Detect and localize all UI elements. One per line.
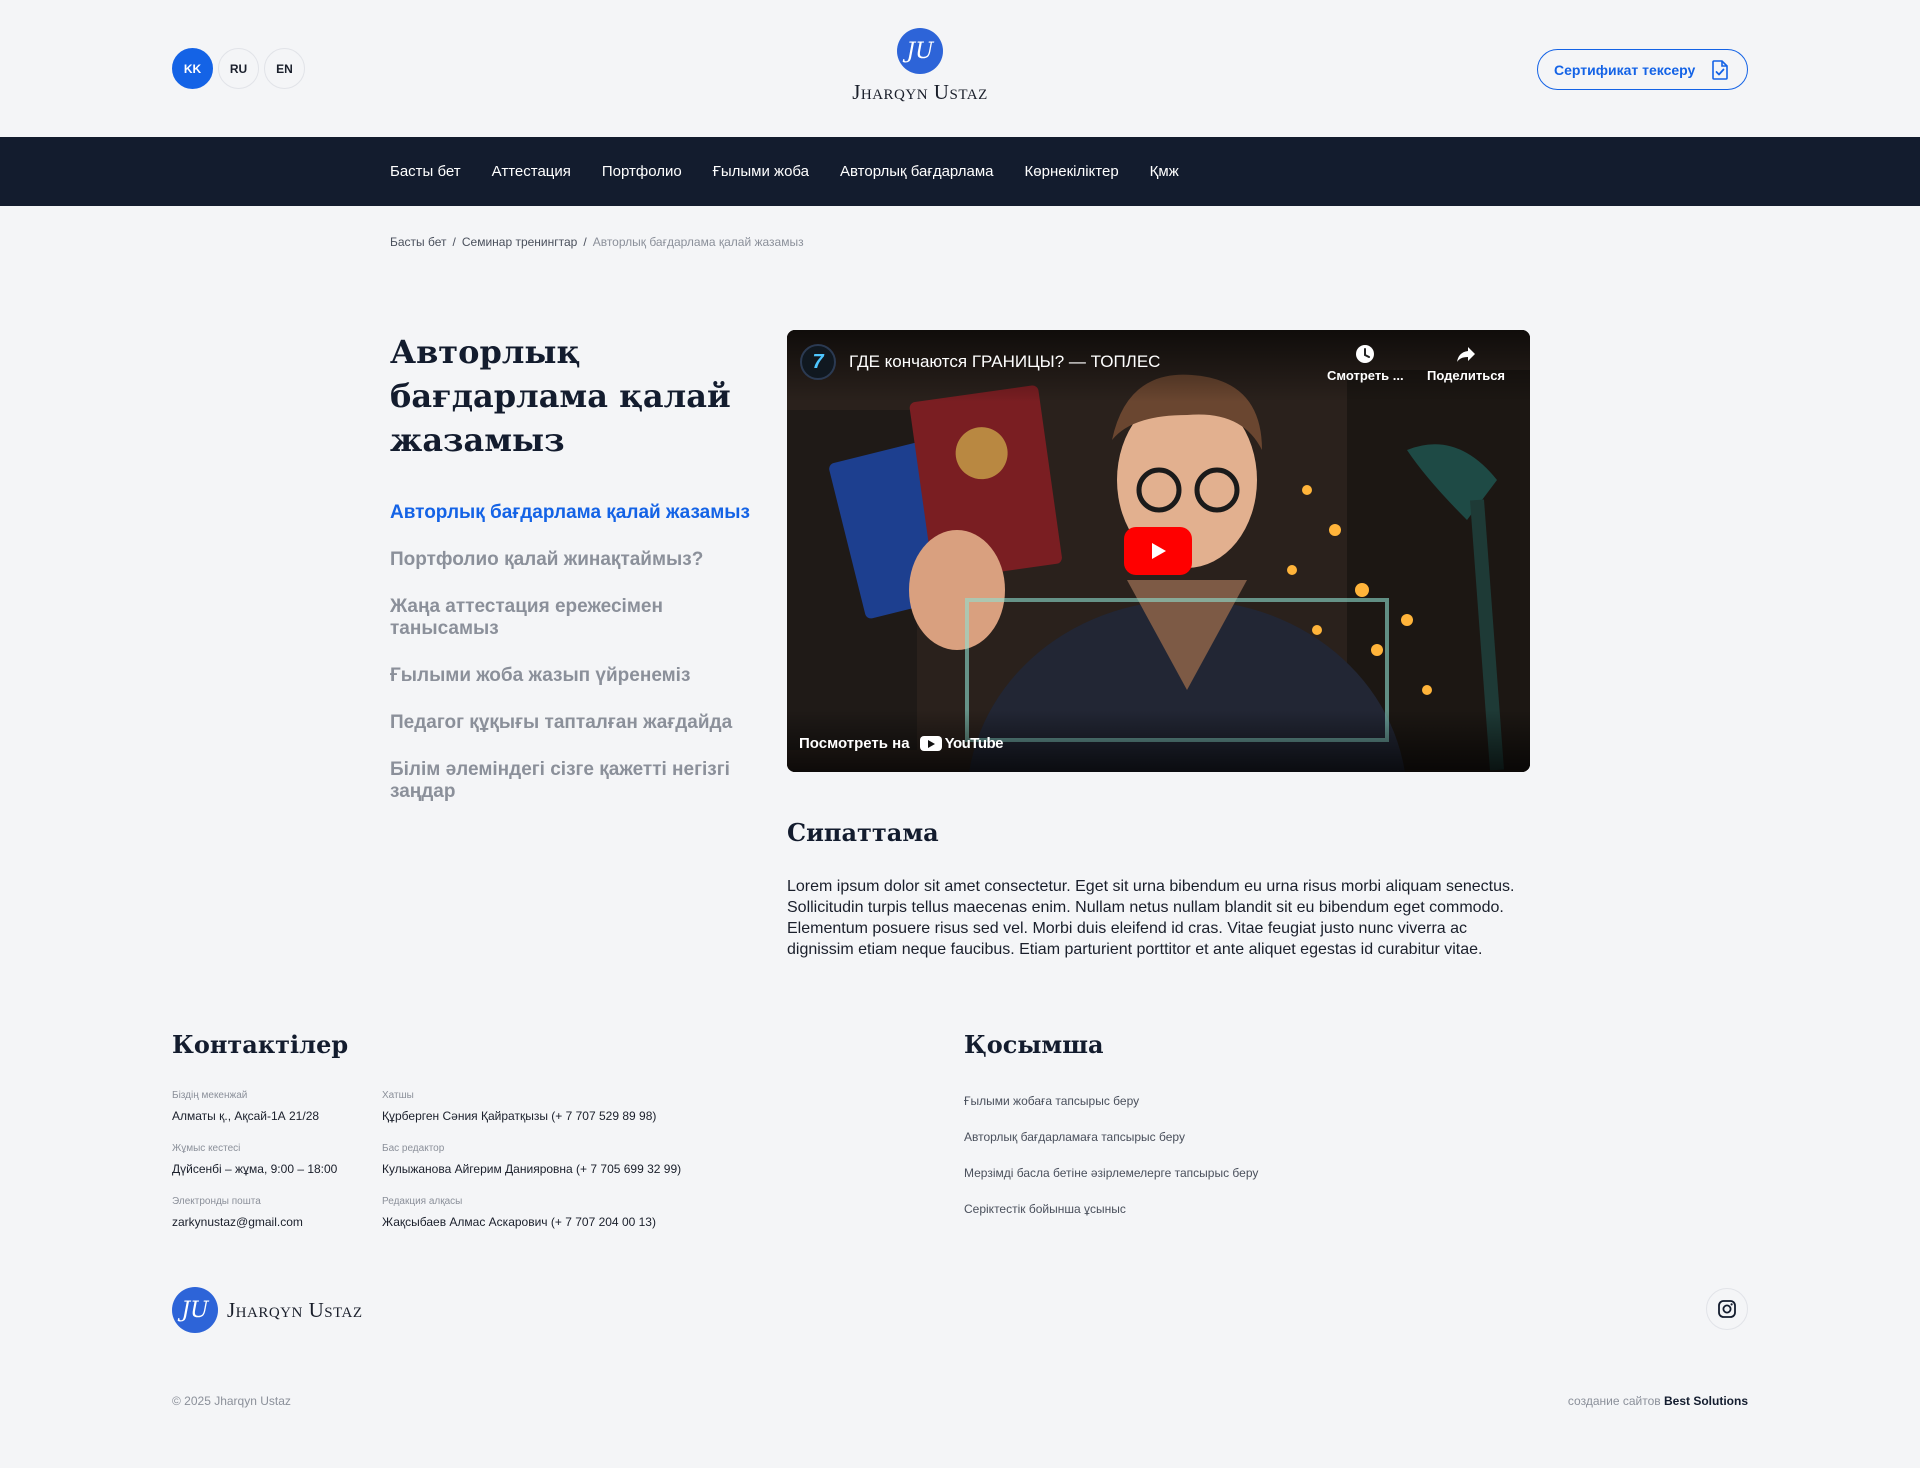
language-switcher: KK RU EN xyxy=(172,48,305,89)
breadcrumb: Басты бет / Семинар тренингтар / Авторлы… xyxy=(390,235,804,249)
editor-label: Бас редактор xyxy=(382,1143,445,1154)
watch-on-youtube-link[interactable]: Посмотреть на YouTube xyxy=(799,735,1004,752)
board-label: Редакция алқасы xyxy=(382,1196,463,1207)
nav-item-home[interactable]: Басты бет xyxy=(390,163,461,180)
nav-item-science-project[interactable]: Ғылыми жоба xyxy=(713,163,809,180)
logo-mark-icon: JU xyxy=(897,28,943,74)
breadcrumb-home[interactable]: Басты бет xyxy=(390,235,447,249)
footer-logo-text: Jharqyn Ustaz xyxy=(227,1297,363,1322)
play-button[interactable] xyxy=(1124,527,1192,575)
certificate-check-button[interactable]: Сертификат тексеру xyxy=(1537,49,1748,90)
lang-kk-button[interactable]: KK xyxy=(172,48,213,89)
share-icon xyxy=(1457,347,1476,362)
document-check-icon xyxy=(1712,59,1728,80)
side-item-education-laws[interactable]: Білім әлеміндегі сізге қажетті негізгі з… xyxy=(390,759,765,803)
hours-label: Жұмыс кестесі xyxy=(172,1143,241,1154)
nav-item-author-program[interactable]: Авторлық бағдарлама xyxy=(840,163,994,180)
extra-title: Қосымша xyxy=(964,1030,1104,1059)
breadcrumb-separator: / xyxy=(583,235,587,249)
breadcrumb-seminars[interactable]: Семинар тренингтар xyxy=(462,235,578,249)
video-title[interactable]: ГДЕ кончаются ГРАНИЦЫ? — ТОПЛЕС xyxy=(849,352,1160,372)
secretary-value: Құрберген Сәния Қайратқызы (+ 7 707 529 … xyxy=(382,1109,657,1123)
share-label: Поделиться xyxy=(1427,368,1506,383)
site-header: KK RU EN JU Jharqyn Ustaz Сертификат тек… xyxy=(0,0,1920,137)
extra-link-press-order[interactable]: Мерзімді басла бетіне әзірлемелерге тапс… xyxy=(964,1166,1258,1180)
nav-item-kmzh[interactable]: Қмж xyxy=(1150,163,1179,180)
youtube-logo: YouTube xyxy=(919,735,1004,752)
lang-ru-button[interactable]: RU xyxy=(218,48,259,89)
side-item-portfolio[interactable]: Портфолио қалай жинақтаймыз? xyxy=(390,549,765,571)
board-value: Жақсыбаев Алмас Аскарович (+ 7 707 204 0… xyxy=(382,1215,656,1229)
nav-item-portfolio[interactable]: Портфолио xyxy=(602,163,682,180)
extra-link-science-order[interactable]: Ғылыми жобаға тапсырыс беру xyxy=(964,1094,1139,1108)
breadcrumb-separator: / xyxy=(452,235,456,249)
side-item-new-attestation[interactable]: Жаңа аттестация ережесімен танысамыз xyxy=(390,596,765,640)
email-label: Электронды пошта xyxy=(172,1196,261,1207)
nav-item-attestation[interactable]: Аттестация xyxy=(492,163,571,180)
secretary-label: Хатшы xyxy=(382,1090,414,1101)
youtube-wordmark: YouTube xyxy=(944,735,1004,752)
instagram-button[interactable] xyxy=(1706,1288,1748,1330)
instagram-icon xyxy=(1718,1300,1736,1318)
side-item-science-project[interactable]: Ғылыми жоба жазып үйренеміз xyxy=(390,665,765,687)
description-title: Сипаттама xyxy=(787,818,939,847)
share-button[interactable]: Поделиться xyxy=(1427,343,1505,383)
certificate-check-label: Сертификат тексеру xyxy=(1554,61,1696,78)
description-text: Lorem ipsum dolor sit amet consectetur. … xyxy=(787,878,1515,958)
address-label: Біздің мекенжай xyxy=(172,1090,248,1101)
contacts-title: Контактілер xyxy=(172,1030,349,1059)
youtube-play-icon xyxy=(919,736,942,751)
editor-value: Кулыжанова Айгерим Данияровна (+ 7 705 6… xyxy=(382,1162,682,1176)
logo-mark-icon: JU xyxy=(172,1287,218,1333)
extra-link-partnership[interactable]: Серіктестік бойынша ұсыныс xyxy=(964,1202,1126,1216)
credit-prefix: создание сайтов xyxy=(1567,1394,1661,1408)
footer-logo[interactable]: JU Jharqyn Ustaz xyxy=(172,1287,363,1333)
clock-icon xyxy=(1356,345,1375,363)
email-link[interactable]: zarkynustaz@gmail.com xyxy=(172,1215,303,1229)
channel-avatar[interactable]: 7 xyxy=(800,344,836,380)
nav-item-visuals[interactable]: Көрнекіліктер xyxy=(1025,163,1119,180)
play-icon xyxy=(1152,543,1166,559)
watch-later-button[interactable]: Смотреть ... xyxy=(1327,343,1404,383)
extra-link-program-order[interactable]: Авторлық бағдарламаға тапсырыс беру xyxy=(964,1130,1185,1144)
watch-later-label: Смотреть ... xyxy=(1327,368,1404,383)
side-item-teacher-rights[interactable]: Педагог құқығы тапталған жағдайда xyxy=(390,712,765,734)
credit-brand-link[interactable]: Best Solutions xyxy=(1664,1394,1748,1408)
main-nav: Басты бет Аттестация Портфолио Ғылыми жо… xyxy=(0,137,1920,206)
logo-text: Jharqyn Ustaz xyxy=(852,80,988,104)
site-logo[interactable]: JU Jharqyn Ustaz xyxy=(842,28,998,105)
breadcrumb-current: Авторлық бағдарлама қалай жазамыз xyxy=(592,235,804,249)
address-value: Алматы қ., Ақсай-1А 21/28 xyxy=(172,1109,320,1123)
side-item-author-program[interactable]: Авторлық бағдарлама қалай жазамыз xyxy=(390,502,765,524)
lang-en-button[interactable]: EN xyxy=(264,48,305,89)
watch-on-label: Посмотреть на xyxy=(799,735,910,752)
page-title: Авторлық бағдарлама қалай жазамыз xyxy=(390,333,731,459)
side-menu: Авторлық бағдарлама қалай жазамыз Портфо… xyxy=(390,502,765,828)
hours-value: Дүйсенбі – жұма, 9:00 – 18:00 xyxy=(172,1162,338,1176)
copyright: © 2025 Jharqyn Ustaz xyxy=(172,1394,291,1408)
credit: создание сайтов Best Solutions xyxy=(1568,1394,1748,1408)
youtube-video-embed[interactable]: 7 ГДЕ кончаются ГРАНИЦЫ? — ТОПЛЕС Смотре… xyxy=(787,330,1530,772)
